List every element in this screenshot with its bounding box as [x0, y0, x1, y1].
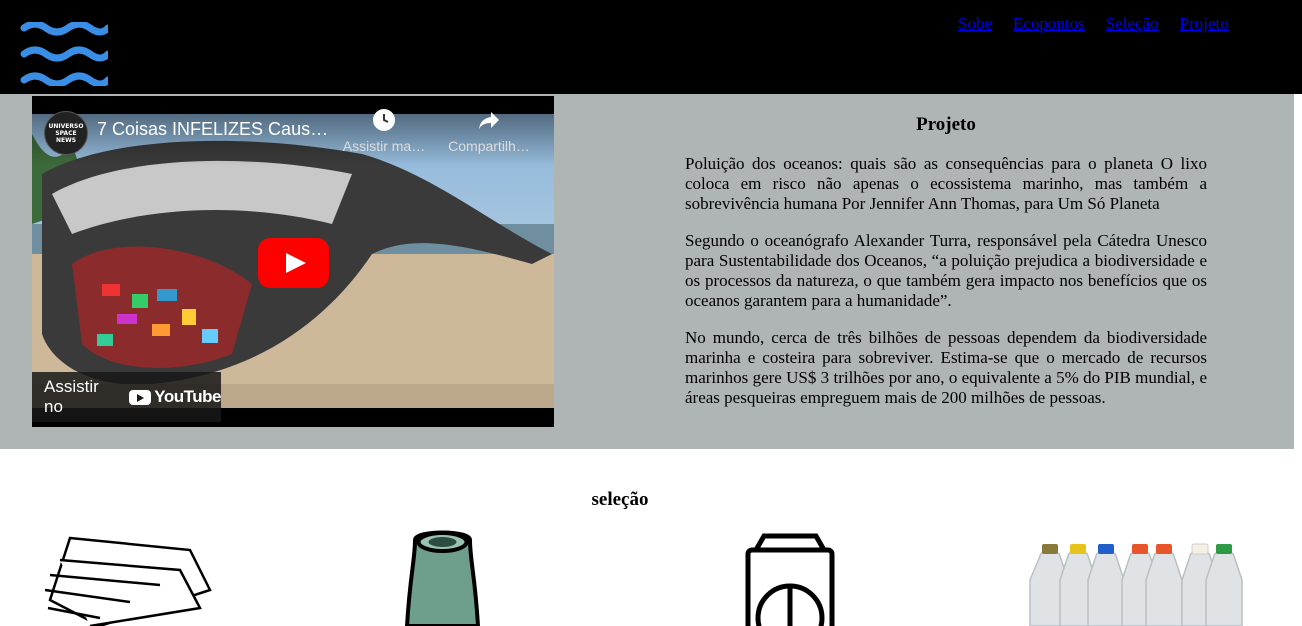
- paper-icon[interactable]: [40, 530, 220, 626]
- site-header: Sobe Ecopontos Seleção Projeto: [0, 0, 1302, 94]
- waves-logo-icon[interactable]: [20, 22, 108, 86]
- project-paragraph: No mundo, cerca de três bilhões de pesso…: [685, 328, 1207, 407]
- watch-later-label: Assistir ma…: [342, 138, 426, 154]
- share-icon: [479, 112, 499, 129]
- project-paragraph: Poluição dos oceanos: quais são as conse…: [685, 154, 1207, 213]
- project-paragraph: Segundo o oceanógrafo Alexander Turra, r…: [685, 231, 1207, 310]
- nav-link-sobe[interactable]: Sobe: [958, 14, 992, 34]
- share-button[interactable]: Compartilh…: [444, 108, 534, 154]
- video-title[interactable]: 7 Coisas INFELIZES Caus…: [97, 119, 328, 140]
- watch-later-button[interactable]: Assistir ma…: [339, 108, 429, 154]
- youtube-logo-icon: YouTube: [129, 387, 221, 407]
- carton-icon[interactable]: [738, 530, 842, 626]
- nav-link-projeto[interactable]: Projeto: [1180, 14, 1229, 34]
- clock-icon: [373, 109, 395, 131]
- main-nav: Sobe Ecopontos Seleção Projeto: [958, 14, 1250, 34]
- play-button-icon[interactable]: [258, 238, 329, 288]
- selection-items: [0, 530, 1302, 626]
- plastic-bottles-icon[interactable]: [1020, 530, 1250, 626]
- watch-on-label: Assistir no: [44, 377, 99, 416]
- nav-link-ecopontos[interactable]: Ecopontos: [1013, 14, 1085, 34]
- nav-link-selecao[interactable]: Seleção: [1106, 14, 1159, 34]
- project-text: Projeto Poluição dos oceanos: quais são …: [685, 114, 1207, 425]
- glass-bottle-icon[interactable]: [400, 530, 485, 626]
- project-title: Projeto: [916, 114, 976, 135]
- watch-on-youtube-button[interactable]: Assistir no YouTube: [32, 372, 221, 422]
- selection-title: seleção: [591, 489, 649, 510]
- share-label: Compartilh…: [448, 138, 530, 154]
- project-section: UNIVERSO SPACE NEWS 7 Coisas INFELIZES C…: [0, 94, 1294, 449]
- channel-avatar[interactable]: UNIVERSO SPACE NEWS: [44, 111, 88, 155]
- youtube-embed[interactable]: UNIVERSO SPACE NEWS 7 Coisas INFELIZES C…: [32, 96, 554, 427]
